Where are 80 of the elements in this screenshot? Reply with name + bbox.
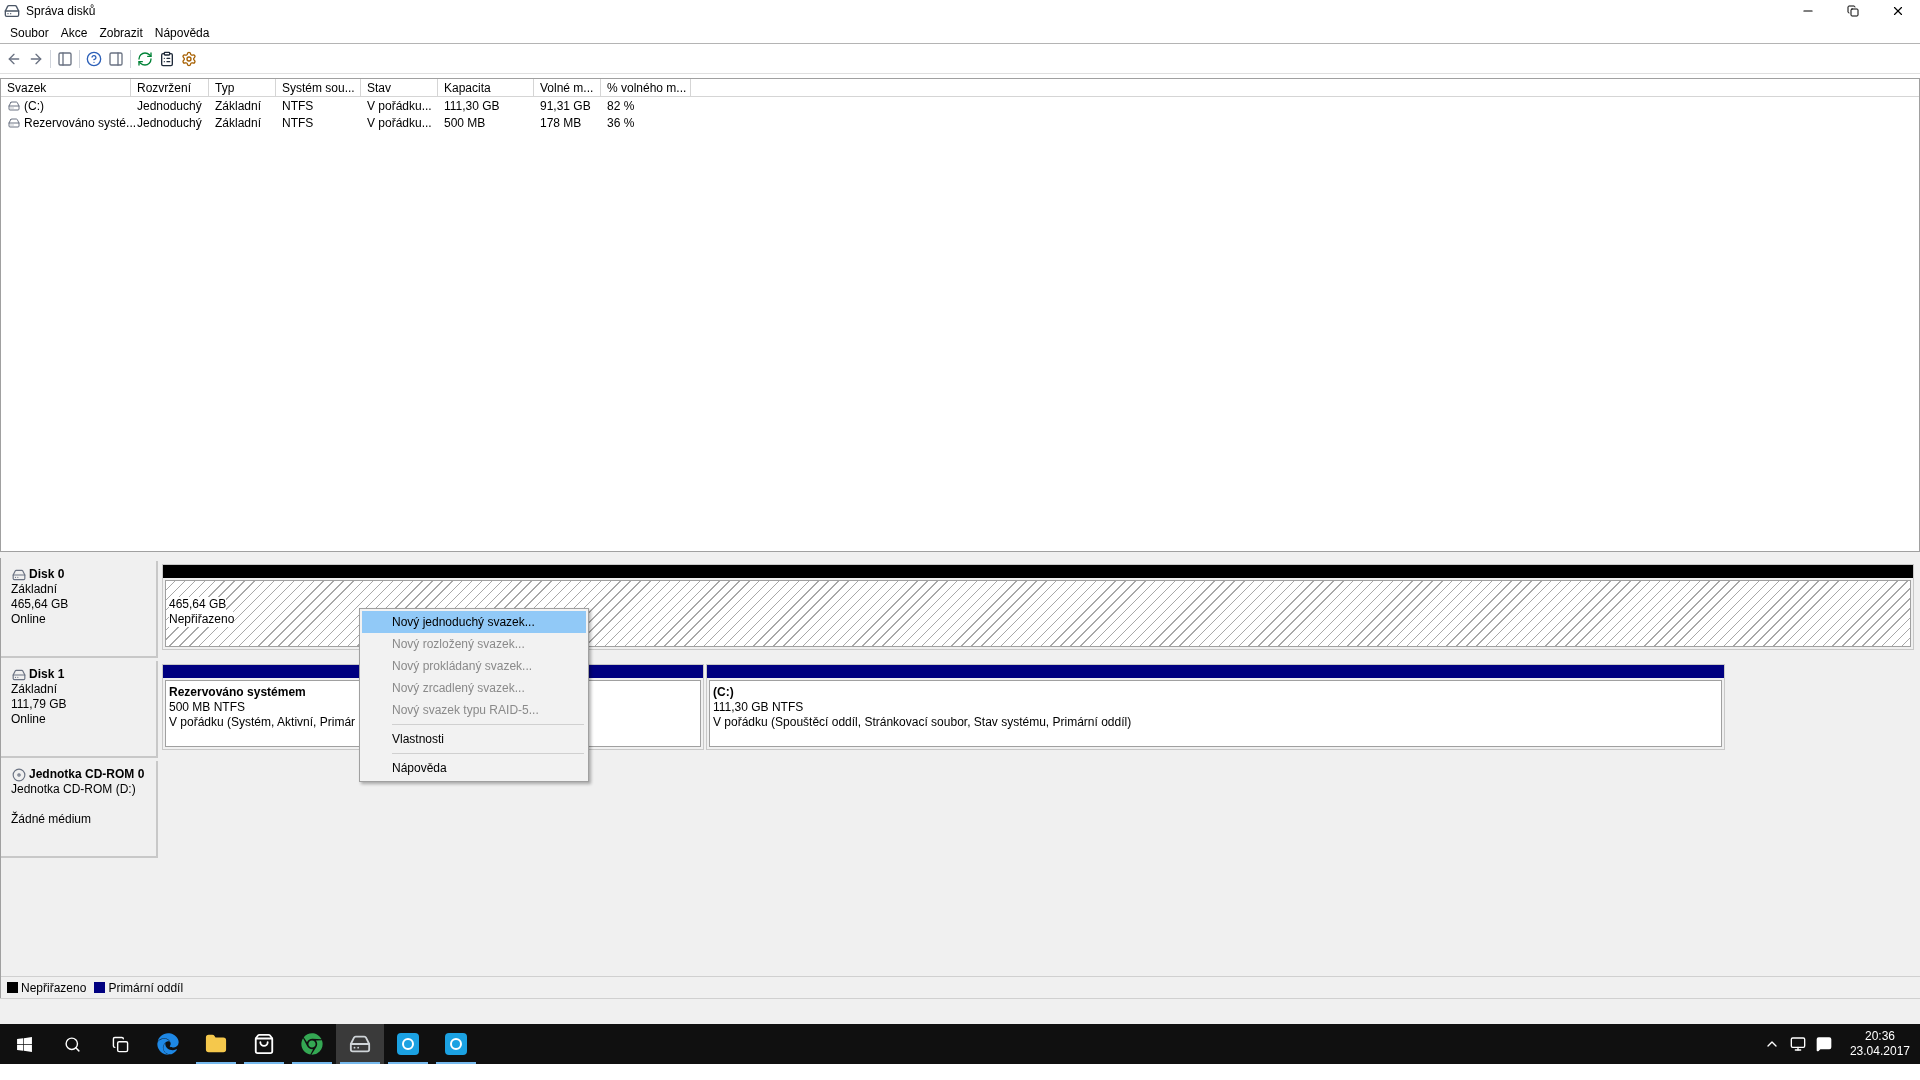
table-cell-text: 91,31 GB [540, 97, 591, 115]
settings-icon[interactable] [181, 50, 197, 67]
clock-date[interactable]: 23.04.2017 [1849, 1044, 1910, 1059]
shopping-bag-icon [253, 1033, 275, 1055]
hard-drive-icon [349, 1033, 371, 1055]
column-header[interactable]: Stav [361, 79, 438, 96]
clock-time[interactable]: 20:36 [1864, 1029, 1895, 1044]
disk-name: Disk 0 [29, 567, 65, 582]
partition-status: V pořádku (Spouštěcí oddíl, Stránkovací soubor, Stav systému, Primární oddíl) [713, 715, 1132, 730]
windows-logo-icon [15, 1035, 33, 1053]
menu-item[interactable]: Nový jednoduchý svazek... [362, 611, 586, 633]
disk-type: Základní [11, 582, 59, 597]
column-header[interactable]: Typ [209, 79, 276, 96]
table-cell-text: V pořádku... [367, 97, 432, 115]
menu-item[interactable]: Soubor [4, 22, 55, 43]
notification-icon[interactable] [1815, 1036, 1832, 1052]
folder-icon [205, 1033, 227, 1055]
window-title: Správa disků [26, 3, 96, 20]
menu-item[interactable]: Akce [54, 22, 94, 43]
partition-size: 111,30 GB NTFS [713, 700, 804, 715]
table-cell-text: V pořádku... [367, 114, 432, 132]
drive-icon [7, 99, 21, 112]
restore-icon [1846, 5, 1859, 17]
table-cell-text: Jednoduchý [137, 114, 202, 132]
disk-name: Jednotka CD-ROM 0 [29, 767, 145, 782]
edge-icon [157, 1033, 179, 1055]
table-cell-text: Jednoduchý [137, 97, 202, 115]
help-icon[interactable] [86, 50, 102, 67]
panel-icon[interactable] [108, 50, 124, 67]
cd-drive-icon [11, 767, 27, 782]
menu-item[interactable]: Zobrazit [93, 22, 149, 43]
properties-icon[interactable] [159, 50, 175, 67]
legend-label: Nepřiřazeno [21, 979, 87, 997]
partition-block[interactable]: (C:) 111,30 GB NTFS V pořádku (Spouštěcí oddíl, Stránkovací soubor, Stav systému, Primární oddíl) [706, 664, 1725, 750]
menu-item[interactable]: Nápověda [148, 22, 216, 43]
drive-icon [7, 116, 21, 129]
partition-size: 465,64 GB [169, 597, 227, 612]
column-header[interactable]: Svazek [1, 79, 131, 96]
table-cell-text: 500 MB [444, 114, 486, 132]
table-cell-text: (C:) [24, 97, 44, 115]
refresh-icon[interactable] [137, 50, 153, 67]
app-icon [4, 3, 20, 19]
table-cell-text: Základní [215, 97, 262, 115]
table-cell-text: Rezervováno systé... [24, 114, 137, 132]
table-cell-text: 36 % [607, 114, 635, 132]
disk-type: Základní [11, 682, 59, 697]
disk-status: Online [11, 712, 47, 727]
search-icon [63, 1035, 81, 1053]
partition-status: Nepřiřazeno [169, 612, 235, 627]
column-header[interactable]: % volného m... [601, 79, 691, 96]
disk-size: 465,64 GB [11, 597, 70, 612]
menu-item[interactable]: Vlastnosti [362, 728, 586, 750]
table-cell-text: 111,30 GB [444, 97, 500, 115]
network-icon[interactable] [1789, 1036, 1806, 1052]
column-header[interactable]: Rozvržení [131, 79, 209, 96]
disk-status: Online [11, 612, 47, 627]
disk-size: 111,79 GB [11, 697, 68, 712]
taskbar-app-button[interactable] [336, 1024, 384, 1064]
disk-status: Žádné médium [11, 812, 93, 827]
partition-name: Rezervováno systémem [169, 685, 306, 700]
disk-name: Disk 1 [29, 667, 65, 682]
table-cell-text: 82 % [607, 97, 635, 115]
column-header[interactable]: Systém sou... [276, 79, 361, 96]
partition-name: (C:) [713, 685, 734, 700]
table-cell-text: NTFS [282, 114, 314, 132]
disk-info-panel[interactable]: Disk 0 Základní 465,64 GB Online [1, 561, 158, 658]
table-cell-text: Základní [215, 114, 262, 132]
table-cell-text: NTFS [282, 97, 314, 115]
column-header[interactable]: Volné m... [534, 79, 601, 96]
table-cell-text: 178 MB [540, 114, 582, 132]
legend-label: Primární oddíl [108, 979, 184, 997]
panel-icon[interactable] [57, 50, 73, 67]
disk-type: Jednotka CD-ROM (D:) [11, 782, 137, 797]
partition-status: V pořádku (Systém, Aktivní, Primár [169, 715, 356, 730]
task-view-icon [111, 1035, 129, 1053]
chrome-icon [301, 1033, 323, 1055]
disk-info-panel[interactable]: Disk 1 Základní 111,79 GB Online [1, 661, 158, 758]
menu-item[interactable]: Nápověda [362, 757, 586, 779]
disk-info-panel[interactable]: Jednotka CD-ROM 0 Jednotka CD-ROM (D:) Žádné médium [1, 761, 158, 858]
column-header[interactable]: Kapacita [438, 79, 534, 96]
